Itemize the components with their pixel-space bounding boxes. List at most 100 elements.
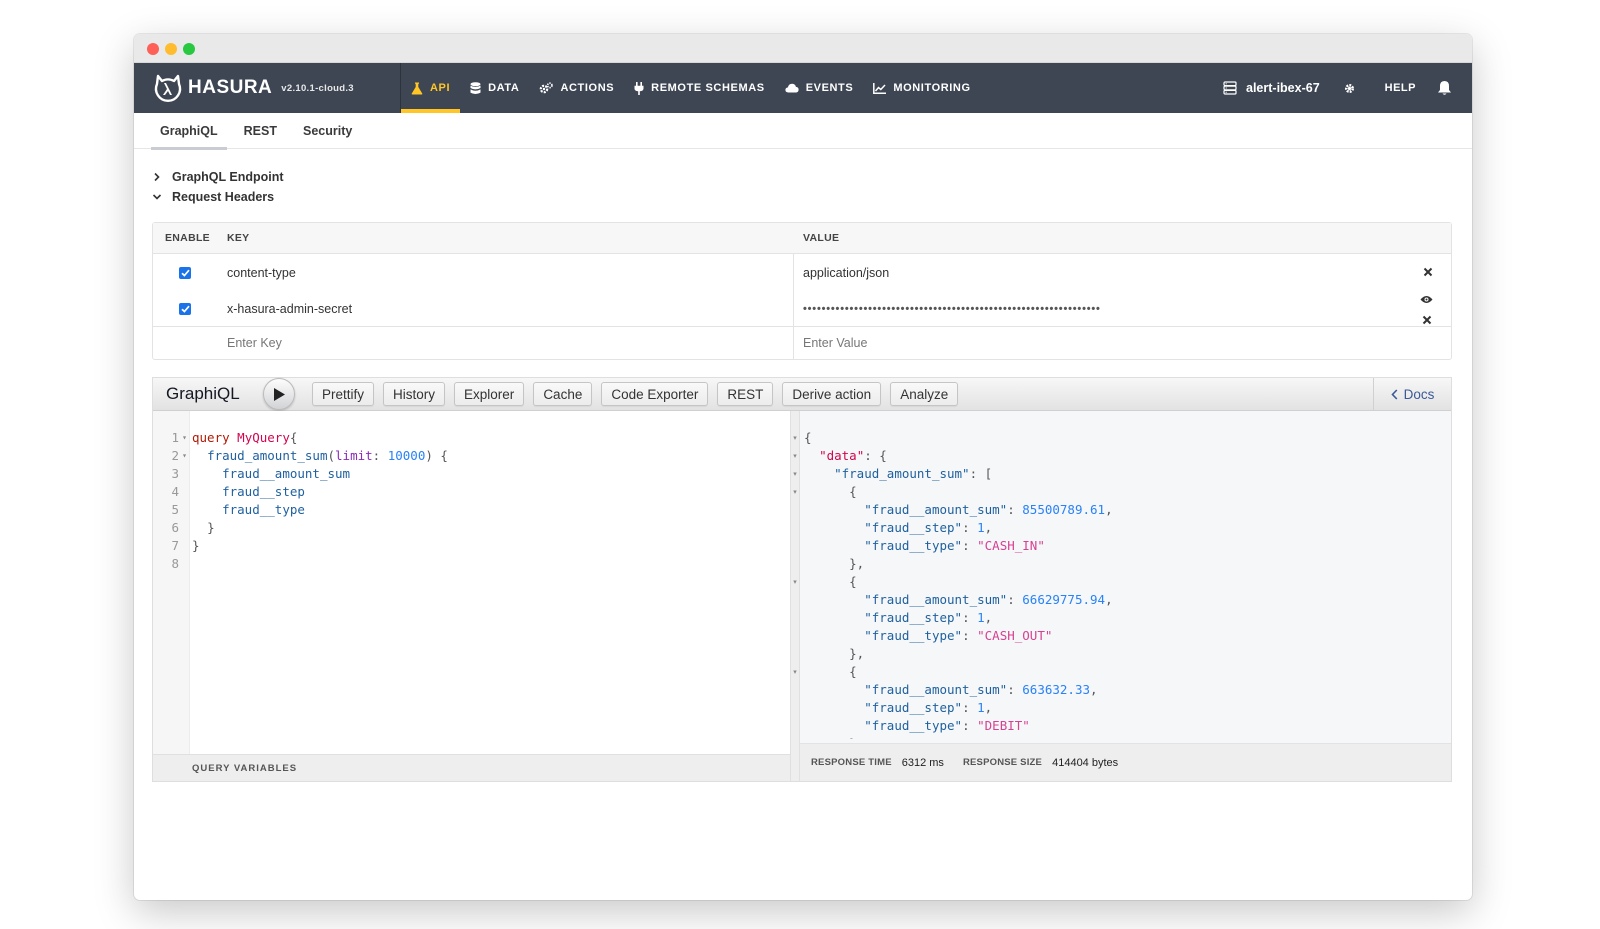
request-headers-toggle[interactable]: Request Headers	[152, 187, 284, 207]
help-link[interactable]: HELP	[1385, 82, 1416, 94]
result-line: "fraud__step": 1,	[864, 520, 993, 535]
app-window: HASURA v2.10.1-cloud.3 API DATA ACTIONS …	[134, 34, 1472, 900]
cloud-icon	[785, 83, 799, 93]
request-headers-table: ENABLE KEY VALUE content-type applicatio…	[152, 222, 1452, 360]
new-value-input[interactable]: Enter Value	[793, 336, 1451, 350]
cache-button[interactable]: Cache	[533, 382, 593, 406]
code-line: 4 fraud__step	[171, 484, 305, 499]
nav-item-events[interactable]: EVENTS	[775, 63, 864, 113]
result-line: "fraud__step": 1,	[864, 610, 993, 625]
top-navbar: HASURA v2.10.1-cloud.3 API DATA ACTIONS …	[134, 63, 1472, 113]
result-fold-markers: ▾ ▾ ▾ ▾ ▾ ▾	[793, 435, 797, 676]
tab-security[interactable]: Security	[294, 113, 361, 149]
query-variables-toggle[interactable]: QUERY VARIABLES	[153, 754, 790, 781]
code-line: 1 ▾ query MyQuery{	[171, 430, 298, 445]
remove-header-icon[interactable]	[1422, 314, 1432, 328]
request-headers-label: Request Headers	[172, 190, 275, 204]
hasura-logo-icon	[154, 74, 182, 102]
chart-icon	[873, 82, 887, 94]
nav-item-label: ACTIONS	[560, 82, 615, 94]
nav-item-label: API	[430, 82, 451, 94]
project-selector[interactable]: alert-ibex-67	[1223, 81, 1320, 95]
response-size-label: RESPONSE SIZE	[962, 757, 1043, 768]
result-viewer[interactable]: ▾ ▾ ▾ ▾ ▾ ▾ { "data": { "fraud_amount_sum":…	[793, 411, 1451, 781]
header-value-masked[interactable]: ••••••••••••••••••••••••••••••••••••••••…	[793, 303, 1451, 315]
result-line: },	[804, 556, 865, 571]
result-line: "data": {	[819, 448, 887, 463]
analyze-button[interactable]: Analyze	[890, 382, 959, 406]
code-line: 7}	[171, 538, 200, 553]
result-line: "fraud__step": 1,	[864, 700, 993, 715]
plug-icon	[634, 81, 644, 95]
nav-item-remote-schemas[interactable]: REMOTE SCHEMAS	[624, 63, 775, 113]
result-line: "fraud__amount_sum": 663632.33,	[864, 682, 1098, 697]
response-stats: RESPONSE TIME 6312 ms RESPONSE SIZE 4144…	[800, 743, 1451, 781]
result-line: {	[804, 574, 857, 589]
nav-item-monitoring[interactable]: MONITORING	[863, 63, 980, 113]
rest-button[interactable]: REST	[717, 382, 774, 406]
minimize-window-button[interactable]	[165, 43, 177, 55]
result-line: "fraud__type": "CASH_IN"	[864, 538, 1045, 553]
graphiql-toolbar: GraphiQL Prettify History Explorer Cache…	[153, 378, 1451, 411]
chevron-down-icon	[152, 192, 172, 202]
chevron-left-icon	[1391, 388, 1398, 400]
enable-checkbox[interactable]	[179, 302, 191, 315]
close-window-button[interactable]	[147, 43, 159, 55]
header-key[interactable]: x-hasura-admin-secret	[227, 302, 793, 316]
result-json: { "data": { "fraud_amount_sum": [ { "fra…	[804, 429, 1404, 739]
graphiql-body: 1 ▾ query MyQuery{ 2 ▾ fraud_amount_sum(lim…	[153, 411, 1451, 781]
column-header-key: KEY	[227, 232, 250, 244]
graphql-endpoint-label: GraphQL Endpoint	[172, 170, 284, 184]
derive-action-button[interactable]: Derive action	[782, 382, 882, 406]
new-key-input[interactable]: Enter Key	[227, 336, 793, 350]
zoom-window-button[interactable]	[183, 43, 195, 55]
api-subtabs: GraphiQL REST Security	[134, 113, 1472, 150]
gear-icon[interactable]	[1344, 83, 1355, 94]
code-exporter-button[interactable]: Code Exporter	[601, 382, 709, 406]
bell-icon[interactable]	[1437, 80, 1452, 96]
table-header: ENABLE KEY VALUE	[153, 223, 1451, 254]
brand[interactable]: HASURA v2.10.1-cloud.3	[152, 63, 397, 113]
graphql-endpoint-toggle[interactable]: GraphQL Endpoint	[152, 167, 284, 187]
main-nav: API DATA ACTIONS REMOTE SCHEMAS EVENTS M…	[401, 63, 981, 113]
table-body: content-type application/json x-hasura-a…	[153, 254, 1451, 359]
prettify-button[interactable]: Prettify	[312, 382, 375, 406]
nav-item-label: REMOTE SCHEMAS	[651, 82, 765, 94]
version-label: v2.10.1-cloud.3	[281, 82, 354, 94]
result-line: "fraud__type": "CASH_OUT"	[864, 628, 1053, 643]
code-line: 8	[171, 556, 179, 571]
table-row: content-type application/json	[153, 254, 1451, 291]
tab-rest[interactable]: REST	[235, 113, 286, 149]
history-button[interactable]: History	[383, 382, 446, 406]
new-header-row: Enter Key Enter Value	[153, 327, 1451, 359]
result-line: {	[804, 664, 857, 679]
cogs-icon	[539, 82, 554, 94]
code-line: 5 fraud__type	[171, 502, 305, 517]
row-actions	[1420, 293, 1433, 328]
code-line: 2 ▾ fraud_amount_sum(limit: 10000) {	[171, 448, 448, 463]
response-time-label: RESPONSE TIME	[811, 757, 892, 768]
tab-graphiql[interactable]: GraphiQL	[151, 113, 227, 150]
nav-item-data[interactable]: DATA	[460, 63, 529, 113]
play-icon	[274, 387, 285, 401]
result-line: }	[804, 735, 1404, 739]
row-actions	[1423, 266, 1433, 280]
code-line: 6 }	[171, 520, 215, 535]
flask-icon	[411, 82, 423, 95]
column-header-value: VALUE	[803, 232, 840, 244]
header-key[interactable]: content-type	[227, 266, 793, 280]
nav-item-api[interactable]: API	[401, 63, 461, 113]
response-time-value: 6312 ms	[901, 756, 944, 769]
nav-item-label: MONITORING	[893, 82, 971, 94]
query-editor[interactable]: 1 ▾ query MyQuery{ 2 ▾ fraud_amount_sum(lim…	[153, 411, 790, 781]
docs-button[interactable]: Docs	[1373, 378, 1451, 410]
remove-header-icon[interactable]	[1423, 266, 1433, 280]
header-value[interactable]: application/json	[793, 266, 1451, 280]
explorer-button[interactable]: Explorer	[454, 382, 525, 406]
execute-query-button[interactable]	[263, 378, 295, 410]
enable-checkbox[interactable]	[179, 266, 191, 279]
eye-icon[interactable]	[1420, 293, 1433, 307]
query-code: 1 ▾ query MyQuery{ 2 ▾ fraud_amount_sum(lim…	[153, 429, 448, 573]
nav-item-actions[interactable]: ACTIONS	[529, 63, 624, 113]
nav-item-label: EVENTS	[805, 82, 854, 94]
